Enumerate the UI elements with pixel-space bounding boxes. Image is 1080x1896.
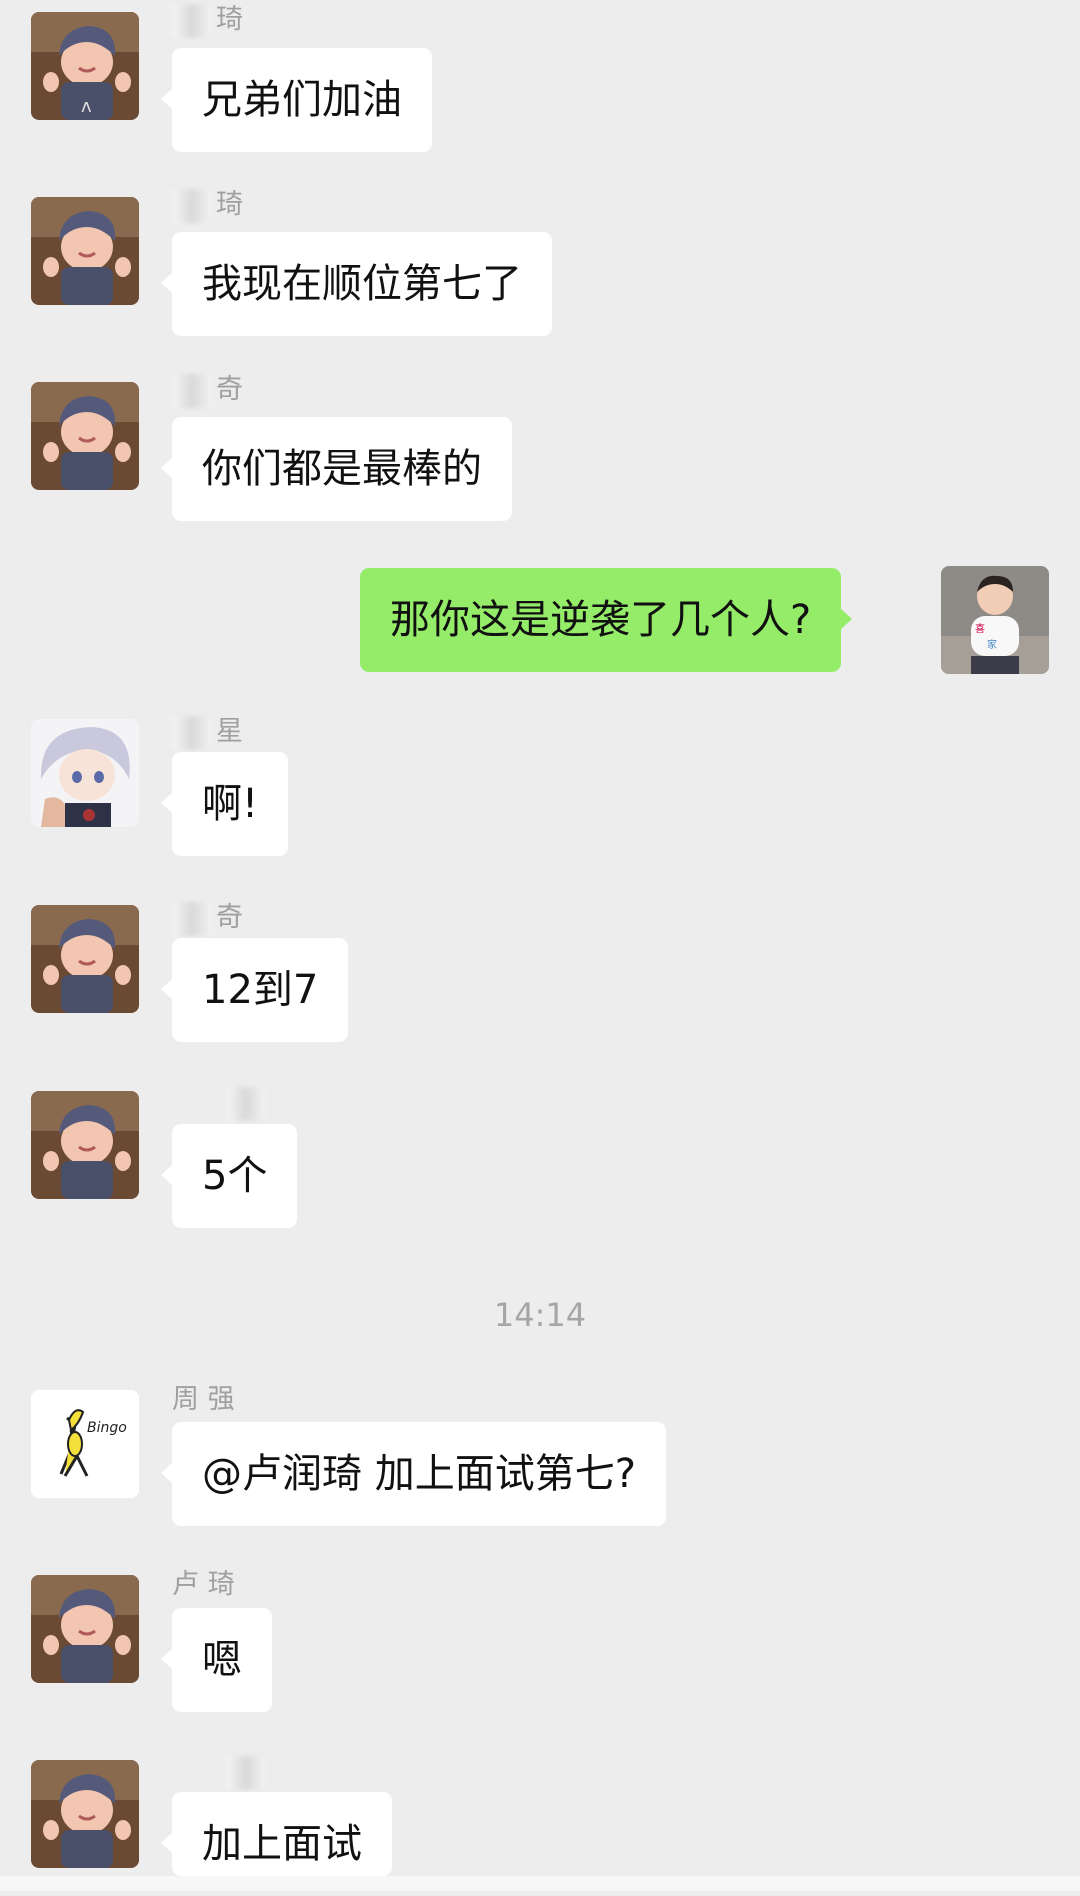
svg-text:家: 家 — [987, 638, 997, 651]
message-timestamp: 14:14 — [493, 1296, 587, 1334]
bottom-edge — [0, 1876, 1080, 1891]
baby-hat-avatar-icon[interactable] — [31, 197, 139, 305]
message-bubble-self[interactable]: 那你这是逆袭了几个人? — [360, 568, 853, 672]
anime-white-hair-avatar-icon[interactable] — [31, 719, 139, 827]
baby-hat-avatar-icon[interactable] — [31, 1091, 139, 1199]
baby-hat-avatar-icon[interactable] — [31, 1575, 139, 1683]
sender-name: 琦 — [172, 185, 243, 225]
child-photo-avatar-icon[interactable]: 喜家 — [941, 566, 1049, 674]
blurred-name — [172, 715, 212, 750]
sender-name: 琦 — [172, 0, 243, 40]
sender-name: 奇 — [172, 370, 243, 410]
sender-name: 周 强 — [172, 1384, 235, 1415]
bingo-sticker-avatar-icon[interactable]: Bingo — [31, 1390, 139, 1498]
message-bubble[interactable]: 加上面试 — [161, 1792, 392, 1876]
bingo-label: Bingo — [87, 1420, 127, 1436]
sender-name: 卢 琦 — [172, 1569, 235, 1600]
blurred-name — [172, 901, 212, 936]
message-bubble[interactable]: 你们都是最棒的 — [161, 417, 512, 521]
baby-hat-avatar-icon[interactable]: ʌ — [31, 12, 139, 120]
blurred-name — [226, 1086, 266, 1121]
svg-text:ʌ: ʌ — [81, 96, 92, 117]
baby-hat-avatar-icon[interactable] — [31, 1760, 139, 1868]
sender-name: 星 — [172, 712, 243, 752]
blurred-name — [226, 1755, 266, 1790]
message-bubble[interactable]: @卢润琦 加上面试第七? — [161, 1422, 666, 1526]
message-bubble[interactable]: 12到7 — [160, 938, 349, 1042]
message-bubble[interactable]: 嗯 — [161, 1608, 272, 1712]
baby-hat-avatar-icon[interactable] — [31, 382, 139, 490]
sender-name — [172, 1752, 270, 1792]
baby-hat-avatar-icon[interactable] — [31, 905, 139, 1013]
sender-name — [172, 1083, 270, 1123]
blurred-name — [172, 188, 212, 223]
message-bubble[interactable]: 兄弟们加油 — [161, 48, 432, 152]
chat-area[interactable]: 琦 ʌ 兄弟们加油 琦 我现在顺位第七了 奇 你们都是最棒的 喜家 那你这是逆袭… — [0, 0, 1080, 1891]
sender-name: 奇 — [172, 898, 243, 938]
blurred-name — [172, 373, 212, 408]
message-bubble[interactable]: 5个 — [160, 1124, 298, 1228]
message-bubble[interactable]: 我现在顺位第七了 — [161, 232, 552, 336]
message-bubble[interactable]: 啊! — [160, 752, 289, 856]
svg-text:喜: 喜 — [975, 622, 985, 635]
blurred-name — [172, 3, 212, 38]
